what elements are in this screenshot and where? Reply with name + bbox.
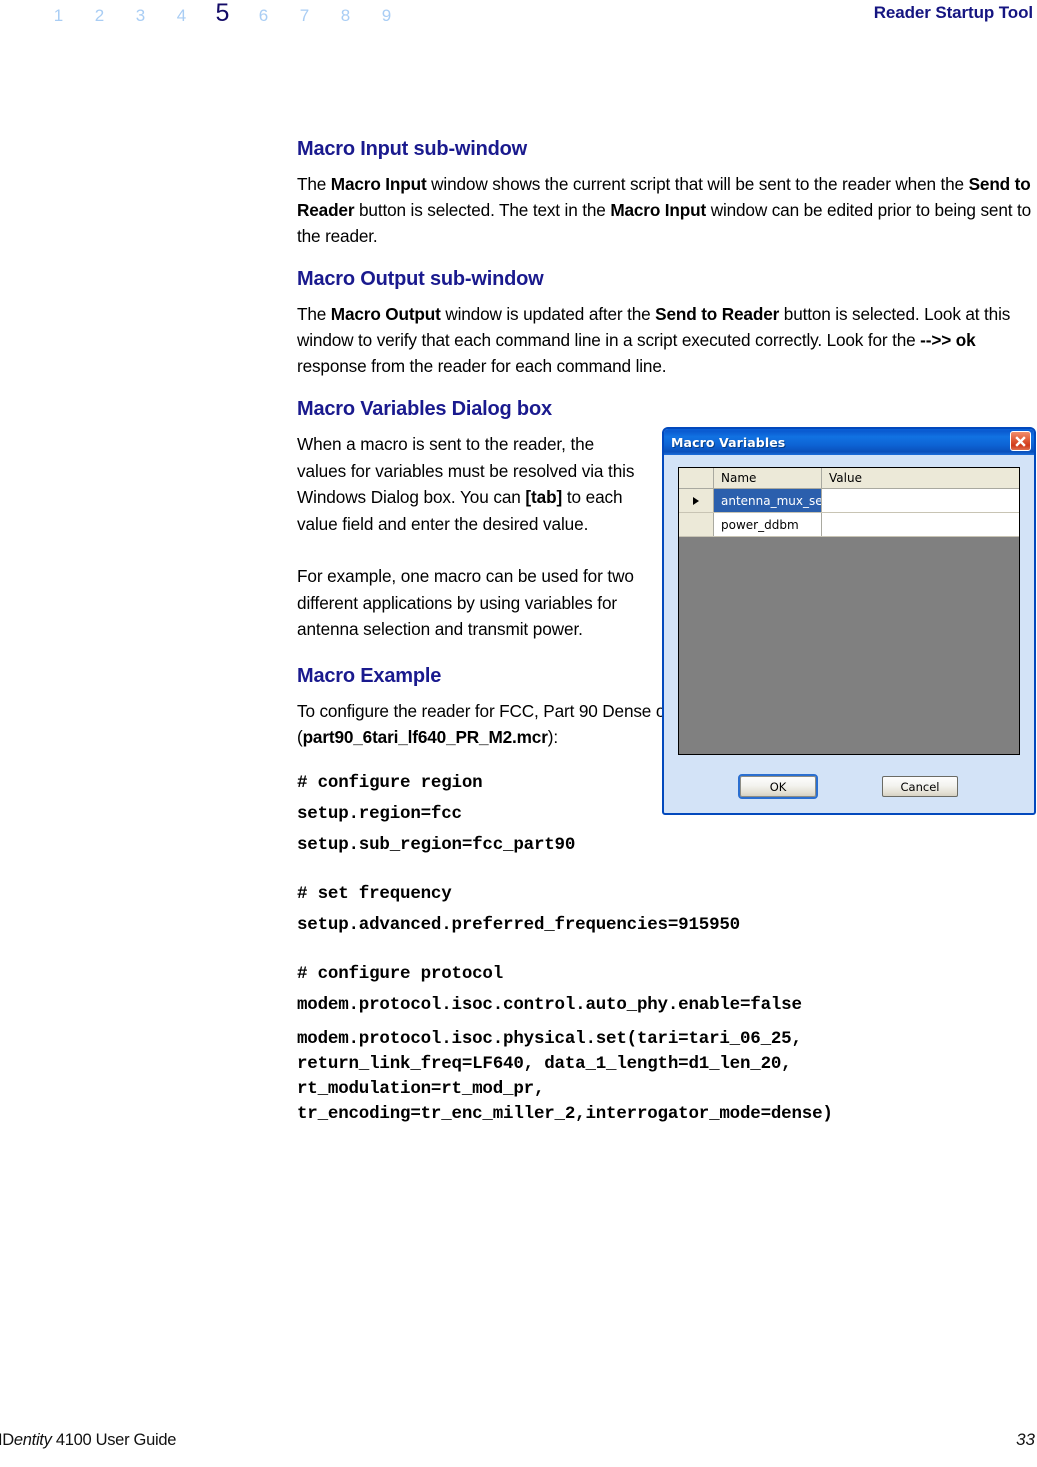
chapter-num-6[interactable]: 6 (243, 3, 284, 29)
grid-column-header-name[interactable]: Name (714, 468, 822, 488)
grid-header-row: Name Value (679, 468, 1019, 489)
table-row[interactable]: antenna_mux_sequ... (679, 489, 1019, 513)
footer-document-title: IDentity 4100 User Guide (0, 1431, 176, 1450)
dialog-button-bar: OK Cancel (664, 774, 1034, 799)
code-line: setup.advanced.preferred_frequencies=915… (297, 914, 740, 935)
running-header-title: Reader Startup Tool (873, 3, 1033, 22)
chapter-num-8[interactable]: 8 (325, 3, 366, 29)
chapter-num-7[interactable]: 7 (284, 3, 325, 29)
code-line: modem.protocol.isoc.control.auto_phy.ena… (297, 994, 802, 1015)
text-bold-macro-filename: part90_6tari_lf640_PR_M2.mcr (302, 726, 548, 747)
ok-button[interactable]: OK (738, 774, 818, 799)
chapter-num-9[interactable]: 9 (366, 3, 407, 29)
row-selector-arrow-icon (679, 489, 714, 512)
text-run: The (297, 304, 331, 324)
text-run: The (297, 174, 331, 194)
dialog-body: Name Value antenna_mux_sequ... power_ddb… (664, 455, 1034, 755)
text-run: response from the reader for each comman… (297, 356, 667, 376)
chapter-num-2[interactable]: 2 (79, 3, 120, 29)
chapter-num-4[interactable]: 4 (161, 3, 202, 29)
code-line: # configure protocol (297, 963, 504, 984)
paragraph-macro-output: The Macro Output window is updated after… (297, 301, 1032, 379)
text-bold-ok-response: -->> ok (920, 330, 976, 350)
text-run: ): (547, 726, 558, 747)
chapter-num-5-active[interactable]: 5 (202, 0, 243, 26)
page-header: 1 2 3 4 5 6 7 8 9 Reader Startup Tool (0, 0, 1037, 34)
table-row[interactable]: power_ddbm (679, 513, 1019, 537)
variables-grid[interactable]: Name Value antenna_mux_sequ... power_ddb… (678, 467, 1020, 755)
grid-cell-value[interactable] (822, 489, 1019, 512)
chapter-num-1[interactable]: 1 (38, 3, 79, 29)
close-icon[interactable] (1010, 431, 1031, 451)
grid-cell-name[interactable]: power_ddbm (714, 513, 822, 536)
heading-macro-example: Macro Example (297, 664, 442, 687)
page-footer: IDentity 4100 User Guide 33 (0, 1426, 1037, 1450)
macro-variables-dialog: Macro Variables Name Value antenna_mux_s… (662, 427, 1036, 815)
grid-cell-name[interactable]: antenna_mux_sequ... (714, 489, 822, 512)
code-line: setup.sub_region=fcc_part90 (297, 834, 576, 855)
code-line: # set frequency (297, 883, 452, 904)
narrow-text-column: Macro Variables Dialog box When a macro … (297, 398, 635, 688)
chapter-nav: 1 2 3 4 5 6 7 8 9 (38, 0, 407, 29)
grid-header-indicator-cell (679, 468, 714, 488)
text-run: window is updated after the (440, 304, 656, 324)
paragraph-macro-variables-1: When a macro is sent to the reader, the … (297, 431, 635, 537)
code-line-wrapped: modem.protocol.isoc.physical.set(tari=ta… (297, 1028, 833, 1124)
page-number: 33 (1016, 1430, 1035, 1449)
heading-macro-output-sub-window: Macro Output sub-window (297, 268, 544, 290)
text-bold-send-to-reader-2: Send to Reader (655, 304, 780, 324)
grid-cell-value[interactable] (822, 513, 1019, 536)
heading-macro-input-sub-window: Macro Input sub-window (297, 138, 528, 160)
footer-italic-word: entity (13, 1431, 52, 1449)
dialog-titlebar[interactable]: Macro Variables (664, 429, 1034, 455)
row-selector-empty (679, 513, 714, 536)
footer-suffix: 4100 User Guide (51, 1431, 177, 1449)
text-bold-macro-output: Macro Output (330, 304, 441, 324)
cancel-button[interactable]: Cancel (882, 776, 958, 797)
footer-prefix: ID (0, 1431, 14, 1449)
text-bold-macro-input: Macro Input (330, 174, 427, 194)
grid-column-header-value[interactable]: Value (822, 468, 1019, 488)
macro-code-block: # configure region setup.region=fcc setu… (297, 768, 1032, 1127)
text-run: window shows the current script that wil… (426, 174, 969, 194)
paragraph-macro-variables-2: For example, one macro can be used for t… (297, 566, 634, 639)
chapter-num-3[interactable]: 3 (120, 3, 161, 29)
dialog-title: Macro Variables (671, 434, 786, 450)
heading-macro-variables-dialog-box: Macro Variables Dialog box (297, 398, 552, 420)
triangle-right-icon (693, 496, 699, 505)
text-bold-macro-input-2: Macro Input (610, 200, 707, 220)
paragraph-macro-input: The Macro Input window shows the current… (297, 171, 1032, 249)
text-run: button is selected. The text in the (354, 200, 611, 220)
text-bold-tab-key: [tab] (525, 487, 563, 507)
